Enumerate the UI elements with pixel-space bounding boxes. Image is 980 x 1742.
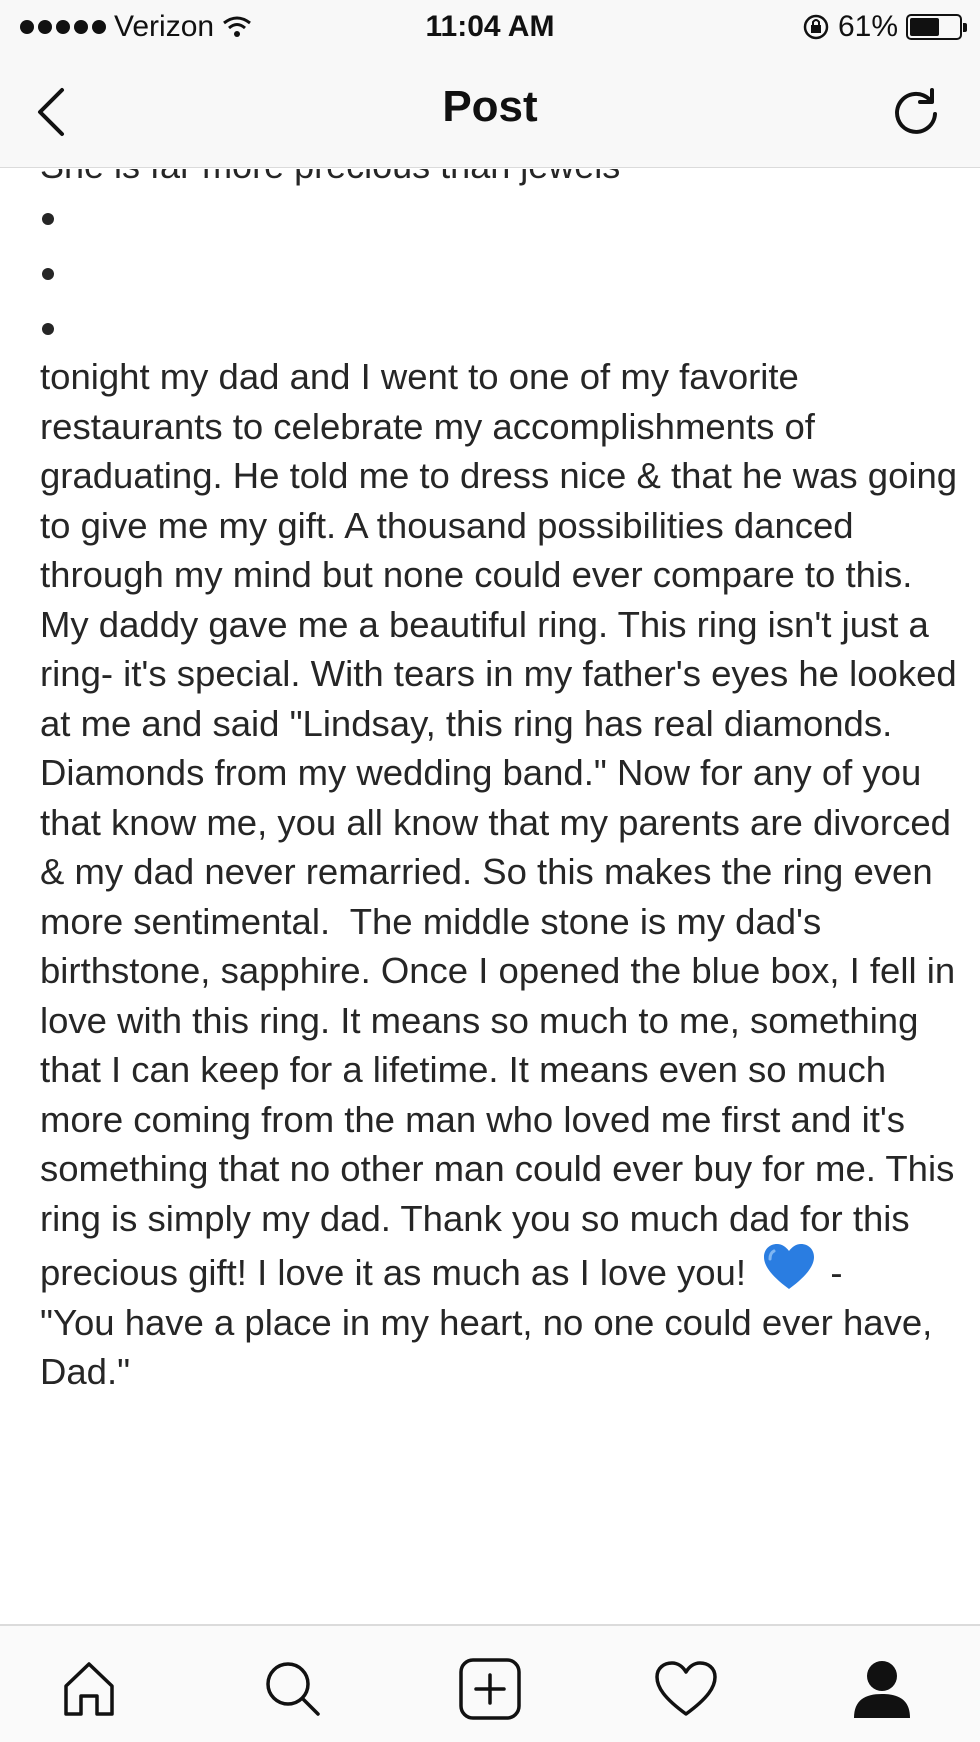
bullet-point: [42, 323, 54, 335]
caption-text: tonight my dad and I went to one of my f…: [40, 356, 968, 1293]
caption-partial-line: She is far more precious than jewels: [40, 169, 620, 187]
bullet-point: [42, 268, 54, 280]
activity-heart-icon: [655, 1661, 717, 1716]
battery-percent: 61%: [837, 10, 898, 43]
status-bar: Verizon 11:04 AM 61%: [0, 0, 980, 56]
page-title: Post: [442, 82, 538, 131]
refresh-button[interactable]: [888, 84, 944, 140]
post-caption: tonight my dad and I went to one of my f…: [40, 352, 960, 1397]
caption-dash: -: [830, 1252, 843, 1293]
post-content[interactable]: She is far more precious than jewels ton…: [0, 169, 980, 1624]
caption-quote: "You have a place in my heart, no one co…: [40, 1301, 943, 1393]
tab-bar: [0, 1624, 980, 1742]
search-icon: [266, 1662, 320, 1716]
add-post-icon: [459, 1658, 521, 1720]
tab-activity[interactable]: [651, 1654, 721, 1724]
refresh-icon: [895, 88, 937, 134]
battery-icon: [906, 14, 967, 40]
tab-search[interactable]: [258, 1654, 328, 1724]
profile-icon: [854, 1661, 910, 1718]
home-icon: [64, 1662, 114, 1716]
orientation-lock-icon: [803, 14, 829, 40]
tab-profile[interactable]: [847, 1654, 917, 1724]
bullet-point: [42, 213, 54, 225]
status-right: 61%: [802, 10, 967, 44]
tab-home[interactable]: [54, 1654, 124, 1724]
navigation-bar: Post: [0, 56, 980, 168]
blue-heart-emoji-icon: [764, 1244, 815, 1289]
tab-new-post[interactable]: [455, 1654, 525, 1724]
